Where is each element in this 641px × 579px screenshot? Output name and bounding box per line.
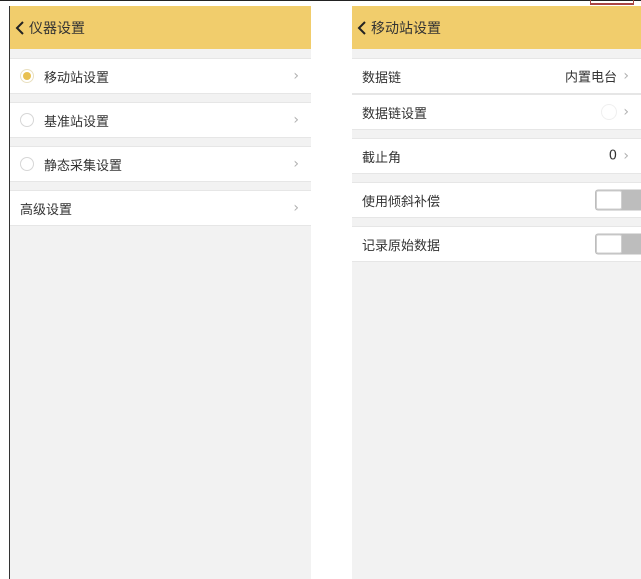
chevron-left-icon[interactable] [13, 20, 27, 35]
row-label: 记录原始数据 [362, 238, 441, 254]
row-label: 使用倾斜补偿 [362, 194, 441, 210]
top-border-line [0, 0, 641, 1]
header-bar: 仪器设置 [10, 6, 311, 49]
list-item-advanced-settings[interactable]: 高级设置 › [10, 190, 311, 226]
settings-list: 移动站设置 › 基准站设置 › 静态采集设置 › 高级设置 › [10, 58, 311, 226]
tilt-compensation-toggle[interactable] [595, 189, 641, 211]
list-item-label: 基准站设置 [44, 114, 110, 130]
list-item-label: 高级设置 [20, 202, 73, 218]
list-item-base-settings[interactable]: 基准站设置 › [10, 102, 311, 138]
data-link-settings-row[interactable]: 数据链设置 › [352, 94, 641, 130]
radio-icon[interactable] [20, 157, 34, 171]
radio-selected-icon[interactable] [20, 69, 34, 83]
list-item-rover-settings[interactable]: 移动站设置 › [10, 58, 311, 94]
corner-marker [590, 0, 634, 5]
row-label: 数据链设置 [362, 106, 428, 122]
tilt-compensation-row: 使用倾斜补偿 [352, 182, 641, 218]
chevron-right-icon: › [623, 104, 629, 120]
chevron-left-icon[interactable] [355, 20, 369, 35]
page-title: 仪器设置 [29, 20, 85, 37]
list-item-label: 移动站设置 [44, 70, 110, 86]
chevron-right-icon: › [293, 200, 299, 216]
loading-icon [601, 104, 617, 120]
chevron-right-icon: › [293, 156, 299, 172]
row-label: 数据链 [362, 70, 402, 86]
page-title: 移动站设置 [371, 20, 441, 37]
list-item-static-settings[interactable]: 静态采集设置 › [10, 146, 311, 182]
instrument-settings-screen: 仪器设置 移动站设置 › 基准站设置 › 静态采集设置 › 高级设置 › [9, 6, 311, 579]
cutoff-angle-value: 0 [608, 148, 617, 164]
data-link-row[interactable]: 数据链 内置电台 › [352, 58, 641, 94]
record-raw-toggle[interactable] [595, 233, 641, 255]
chevron-right-icon: › [293, 112, 299, 128]
radio-icon[interactable] [20, 113, 34, 127]
row-label: 截止角 [362, 150, 402, 166]
rover-settings-screen: 移动站设置 数据链 内置电台 › 数据链设置 › 截止角 0 › 使用倾斜补偿 … [352, 6, 641, 579]
list-item-label: 静态采集设置 [44, 158, 123, 174]
chevron-right-icon: › [623, 68, 629, 84]
record-raw-data-row: 记录原始数据 [352, 226, 641, 262]
header-bar: 移动站设置 [352, 6, 641, 49]
settings-list: 数据链 内置电台 › 数据链设置 › 截止角 0 › 使用倾斜补偿 记录原始数据 [352, 58, 641, 262]
chevron-right-icon: › [623, 148, 629, 164]
toggle-knob [596, 234, 622, 254]
toggle-knob [596, 190, 622, 210]
data-link-value: 内置电台 [564, 70, 617, 86]
chevron-right-icon: › [293, 68, 299, 84]
cutoff-angle-row[interactable]: 截止角 0 › [352, 138, 641, 174]
